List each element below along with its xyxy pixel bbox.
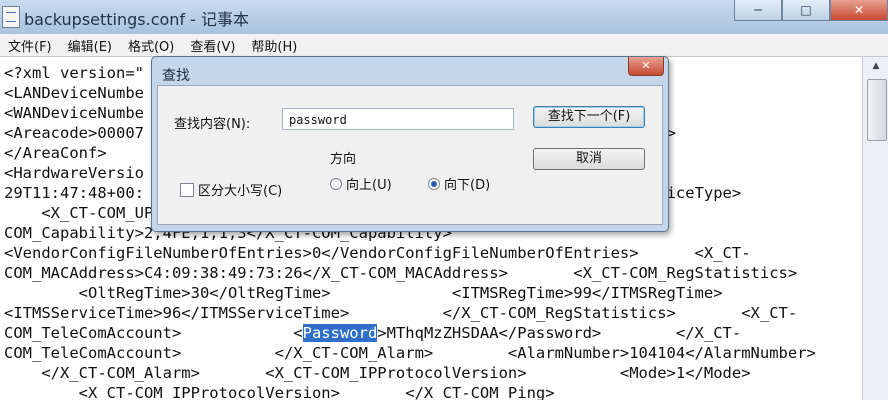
find-what-label: 查找内容(N): (174, 117, 251, 132)
text-line-segment: <WANDeviceNumbe (4, 104, 144, 122)
text-line: <X_CT-COM_UP (4, 203, 153, 223)
text-line: <X_CT-COM_IPProtocolVersion> </X_CT-COM_… (4, 383, 555, 400)
text-line: </AreaConf> (4, 143, 107, 163)
dialog-close-button[interactable]: ✕ (628, 57, 664, 76)
match-case-checkbox[interactable] (180, 182, 194, 197)
text-line: <ITMSServiceTime>96</ITMSServiceTime> </… (4, 303, 797, 323)
text-line-segment: COM_TeleComAccount> </X_CT-COM_Alarm> <A… (4, 344, 816, 362)
window-controls: ─ □ ✕ (734, 0, 888, 21)
text-line-segment: COM_MACAddress>C4:09:38:49:73:26</X_CT-C… (4, 264, 798, 282)
text-line: COM_TeleComAccount> </X_CT-COM_Alarm> <A… (4, 343, 816, 363)
find-dialog-body: 查找内容(N): password 查找下一个(F) 取消 方向 向上(U) 向… (157, 85, 663, 225)
text-line-segment: <?xml version=" (4, 64, 144, 82)
text-line-segment: <X_CT-COM_UP (4, 204, 154, 222)
direction-up-label: 向上(U) (346, 178, 392, 193)
notepad-window: backupsettings.conf - 记事本 ─ □ ✕ 文件(F) 编辑… (0, 0, 888, 400)
text-line-segment: <Areacode>00007 (4, 124, 144, 142)
text-line-segment: 29T11:47:48+00: (4, 184, 144, 202)
text-line-segment: <ITMSServiceTime>96</ITMSServiceTime> </… (4, 304, 798, 322)
text-line-segment: <OltRegTime>30</OltRegTime> <ITMSRegTime… (4, 284, 723, 302)
text-line-segment: COM_TeleComAccount> < (4, 324, 303, 342)
text-line: COM_TeleComAccount> <Password>MThqMzZHSD… (4, 323, 741, 343)
close-button[interactable]: ✕ (830, 0, 888, 21)
search-highlight: Password (302, 324, 378, 342)
menu-file[interactable]: 文件(F) (0, 36, 60, 55)
menu-edit[interactable]: 编辑(E) (60, 36, 120, 55)
text-line: <OltRegTime>30</OltRegTime> <ITMSRegTime… (4, 283, 723, 303)
maximize-button[interactable]: □ (782, 0, 830, 21)
text-line: </X_CT-COM_Alarm> <X_CT-COM_IPProtocolVe… (4, 363, 751, 383)
menu-help[interactable]: 帮助(H) (243, 36, 305, 55)
text-line-segment: </X_CT-COM_Alarm> <X_CT-COM_IPProtocolVe… (4, 364, 751, 382)
direction-up-option[interactable]: 向上(U) (330, 174, 392, 193)
text-line-segment: >MThqMzZHSDAA</Password> </X_CT- (377, 324, 742, 342)
window-title: backupsettings.conf - 记事本 (24, 10, 250, 29)
menu-format[interactable]: 格式(O) (120, 36, 182, 55)
title-bar[interactable]: backupsettings.conf - 记事本 ─ □ ✕ (0, 0, 888, 34)
notepad-icon (2, 6, 20, 28)
match-case-label: 区分大小写(C) (198, 184, 283, 199)
direction-down-radio[interactable] (428, 177, 440, 190)
find-dialog: 查找 ✕ 查找内容(N): password 查找下一个(F) 取消 方向 向上… (151, 56, 669, 232)
text-line: COM_MACAddress>C4:09:38:49:73:26</X_CT-C… (4, 263, 797, 283)
find-input[interactable]: password (282, 108, 514, 130)
direction-up-radio[interactable] (330, 177, 342, 190)
text-line-segment: <X_CT-COM_IPProtocolVersion> </X_CT-COM_… (4, 384, 555, 400)
text-line-segment: <HardwareVersio (4, 164, 144, 182)
menu-bar: 文件(F) 编辑(E) 格式(O) 查看(V) 帮助(H) (0, 34, 888, 57)
direction-down-option[interactable]: 向下(D) (428, 174, 490, 193)
cancel-button[interactable]: 取消 (533, 148, 645, 170)
scroll-thumb[interactable] (867, 79, 887, 141)
text-line-segment: </AreaConf> (4, 144, 107, 162)
text-line: <VendorConfigFileNumberOfEntries>0</Vend… (4, 243, 751, 263)
direction-down-label: 向下(D) (444, 178, 491, 193)
match-case-option[interactable]: 区分大小写(C) (180, 180, 282, 199)
find-next-button[interactable]: 查找下一个(F) (533, 106, 645, 128)
text-line-segment: <LANDeviceNumbe (4, 84, 144, 102)
menu-view[interactable]: 查看(V) (182, 36, 243, 55)
text-line: <LANDeviceNumbe (4, 83, 144, 103)
direction-label: 方向 (330, 152, 357, 167)
vertical-scrollbar[interactable]: ▲ (862, 57, 888, 400)
text-line-segment: <VendorConfigFileNumberOfEntries>0</Vend… (4, 244, 751, 262)
scroll-up-icon[interactable]: ▲ (863, 57, 888, 75)
minimize-button[interactable]: ─ (734, 0, 782, 21)
find-dialog-title: 查找 (162, 68, 190, 84)
